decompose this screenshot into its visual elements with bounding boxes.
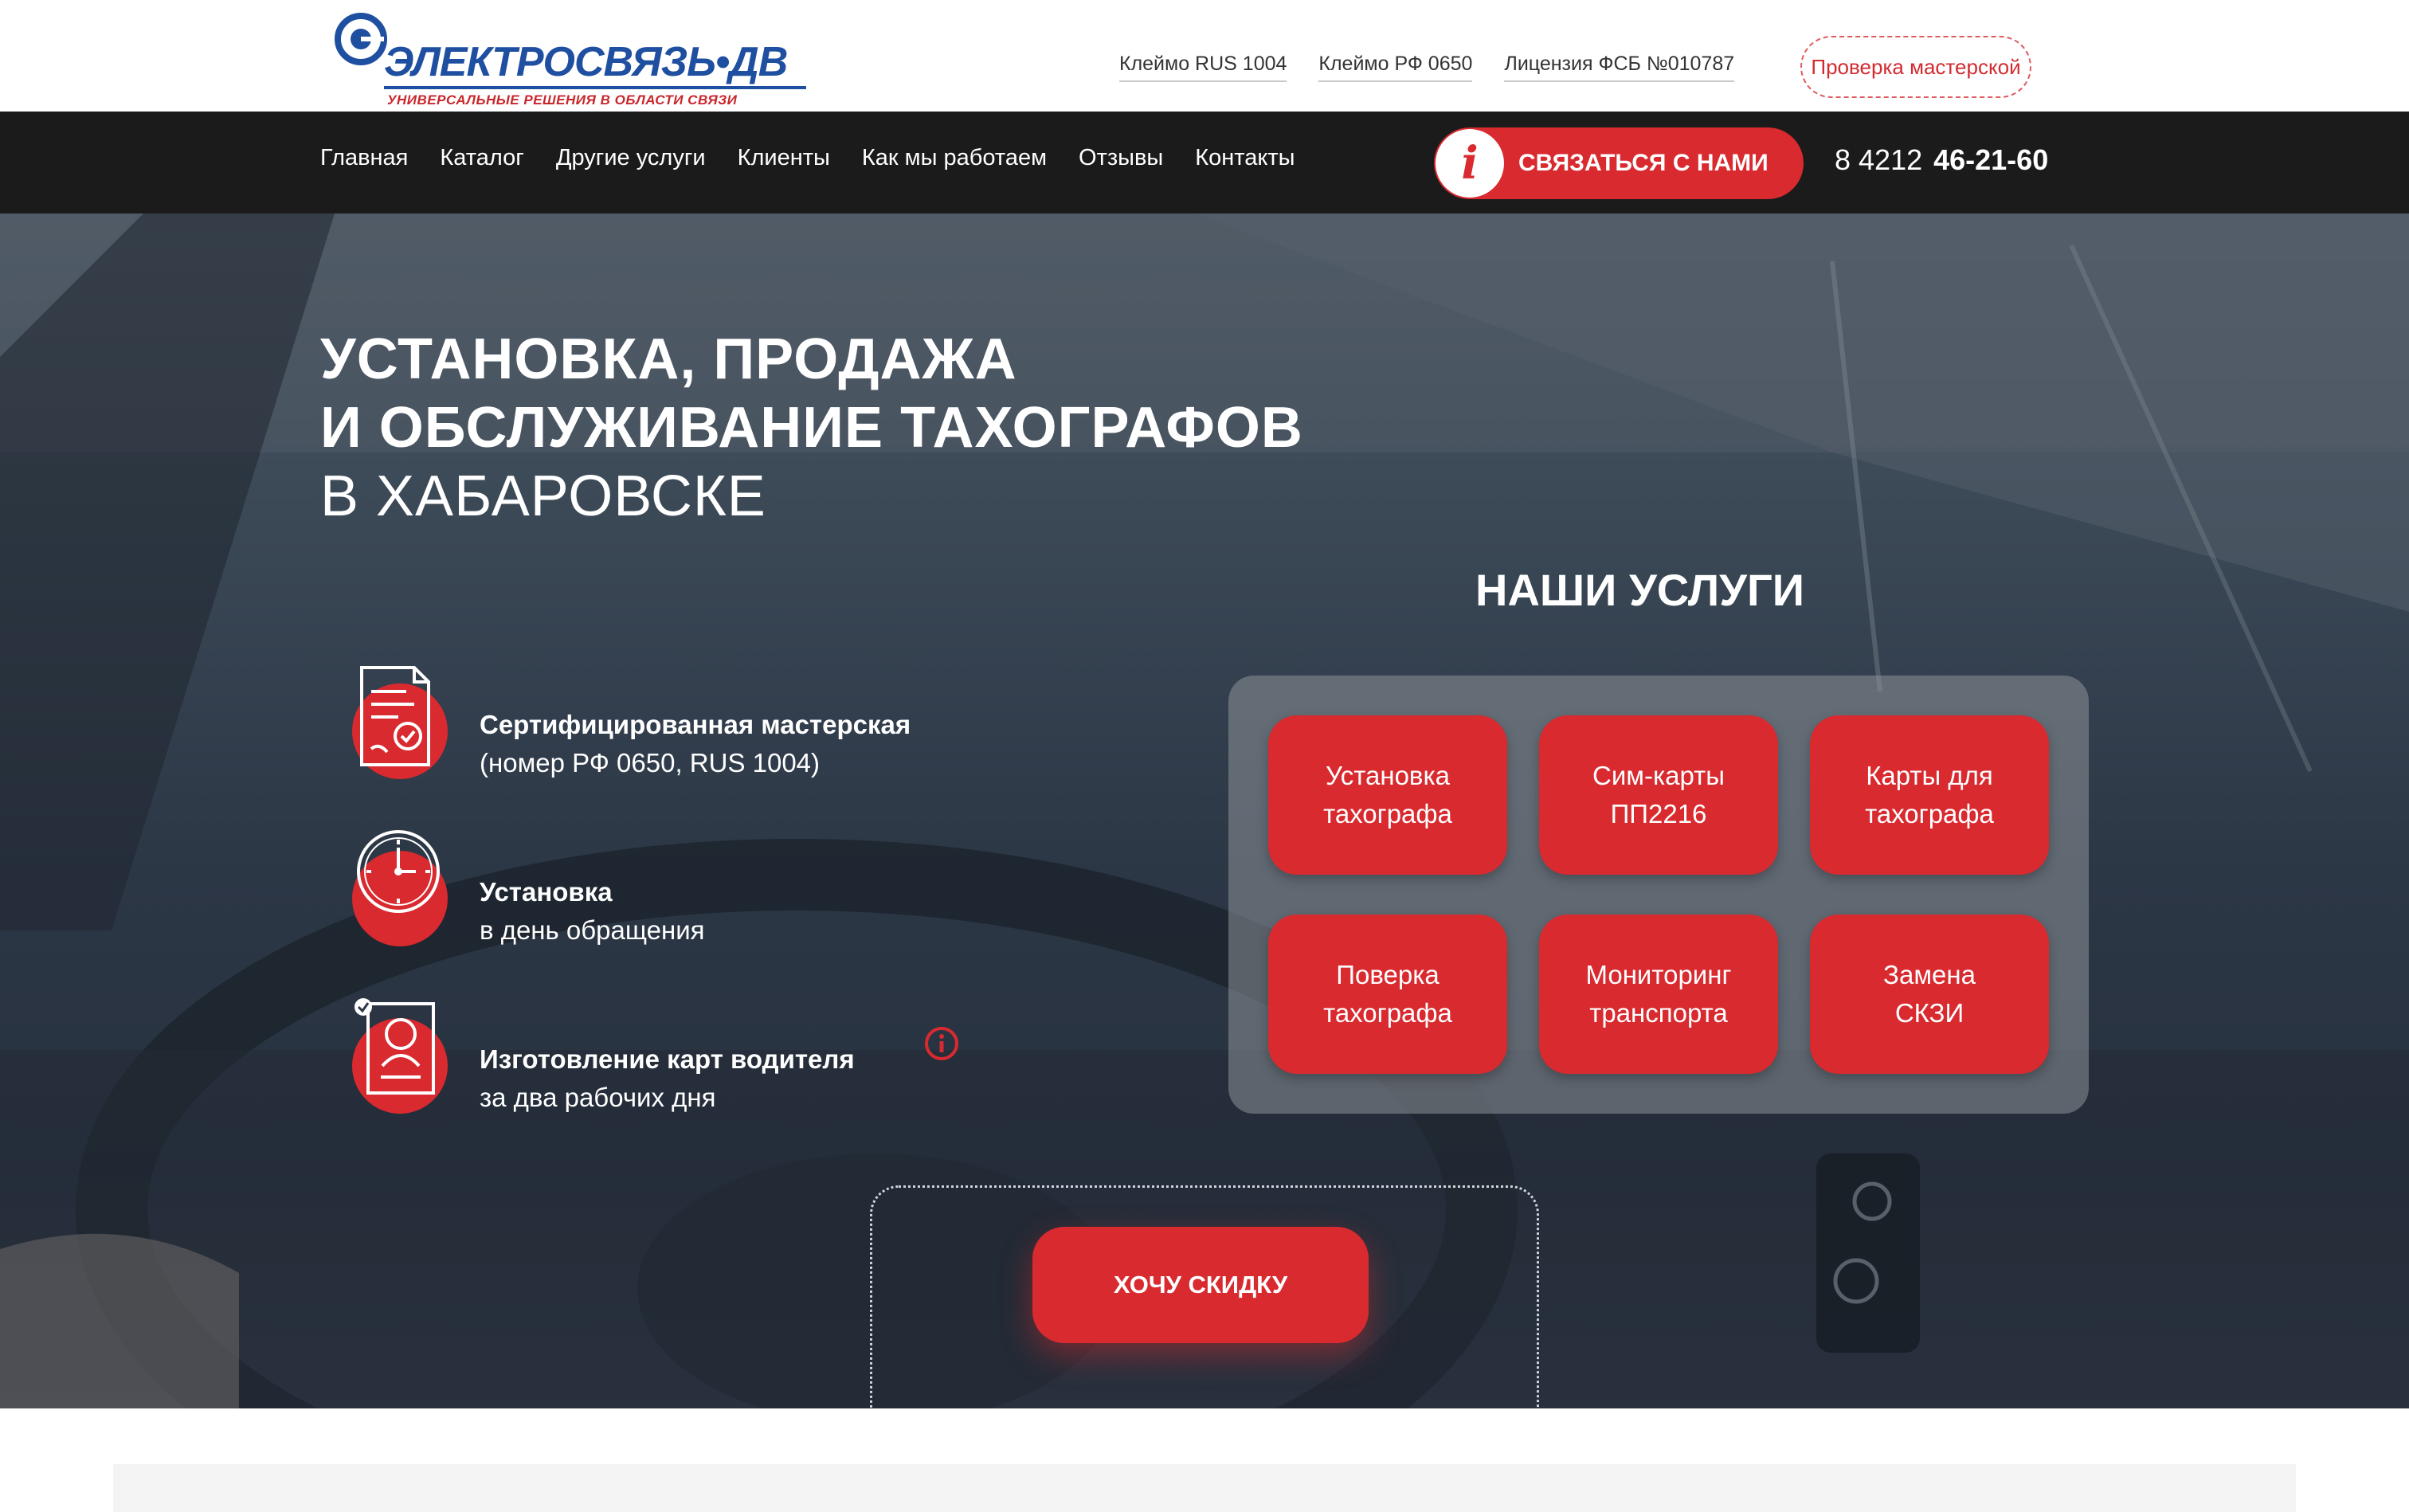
service-tachograph-cards[interactable]: Карты для тахографа bbox=[1810, 715, 2049, 875]
check-workshop-button[interactable]: Проверка мастерской bbox=[1800, 36, 2031, 98]
feature-driver-cards-title: Изготовление карт водителя bbox=[480, 1044, 855, 1074]
phone-code: 8 4212 bbox=[1835, 143, 1923, 176]
certificate-icon bbox=[352, 666, 448, 779]
service-tachograph-calibration[interactable]: Поверка тахографа bbox=[1268, 915, 1507, 1074]
feature-installation-subtitle: в день обращения bbox=[480, 915, 705, 945]
feature-certified-subtitle: (номер РФ 0650, RUS 1004) bbox=[480, 748, 821, 778]
nav-item-catalog[interactable]: Каталог bbox=[440, 145, 523, 171]
hero-title-line3: В ХАБАРОВСКЕ bbox=[320, 464, 766, 528]
main-nav: Главная Каталог Другие услуги Клиенты Ка… bbox=[0, 112, 2409, 213]
logo-emblem-icon bbox=[335, 13, 387, 65]
service-label: Поверка тахографа bbox=[1323, 960, 1452, 1028]
discount-button[interactable]: ХОЧУ СКИДКУ bbox=[1032, 1227, 1369, 1343]
services-title: НАШИ УСЛУГИ bbox=[1475, 565, 1804, 615]
nav-item-other-services[interactable]: Другие услуги bbox=[556, 145, 706, 171]
info-icon: i bbox=[1436, 129, 1504, 198]
link-fsb-license[interactable]: Лицензия ФСБ №010787 bbox=[1504, 53, 1735, 82]
nav-item-contacts[interactable]: Контакты bbox=[1195, 145, 1295, 171]
service-label: Карты для тахографа bbox=[1865, 761, 1994, 828]
logo[interactable]: ЭЛЕКТРОСВЯЗЬ•ДВ УНИВЕРСАЛЬНЫЕ РЕШЕНИЯ В … bbox=[335, 10, 806, 108]
service-skzi-replacement[interactable]: Замена СКЗИ bbox=[1810, 915, 2049, 1074]
service-tachograph-install[interactable]: Установка тахографа bbox=[1268, 715, 1507, 875]
nav-item-how-we-work[interactable]: Как мы работаем bbox=[862, 145, 1047, 171]
logo-title: ЭЛЕКТРОСВЯЗЬ•ДВ bbox=[384, 39, 788, 85]
service-sim-cards[interactable]: Сим-карты ПП2216 bbox=[1539, 715, 1778, 875]
feature-installation-title: Установка bbox=[480, 877, 613, 907]
nav-item-home[interactable]: Главная bbox=[320, 145, 408, 171]
service-label: Сим-карты ПП2216 bbox=[1592, 761, 1725, 828]
feature-driver-cards: Изготовление карт водителя за два рабочи… bbox=[351, 994, 988, 1122]
contact-us-button[interactable]: i СВЯЗАТЬСЯ С НАМИ bbox=[1434, 127, 1804, 199]
hero-title-line1: УСТАНОВКА, ПРОДАЖА bbox=[320, 327, 1017, 391]
info-icon[interactable] bbox=[924, 1026, 959, 1061]
nav-item-clients[interactable]: Клиенты bbox=[738, 145, 830, 171]
phone-main: 46-21-60 bbox=[1933, 143, 2049, 176]
service-label: Мониторинг транспорта bbox=[1585, 960, 1732, 1028]
top-bar: ЭЛЕКТРОСВЯЗЬ•ДВ УНИВЕРСАЛЬНЫЕ РЕШЕНИЯ В … bbox=[0, 0, 2409, 112]
nav-item-reviews[interactable]: Отзывы bbox=[1079, 145, 1163, 171]
contact-us-label: СВЯЗАТЬСЯ С НАМИ bbox=[1518, 150, 1769, 176]
feature-installation: Установка в день обращения bbox=[351, 827, 988, 954]
feature-installation-text: Установка в день обращения bbox=[480, 873, 705, 950]
hero-title: УСТАНОВКА, ПРОДАЖА И ОБСЛУЖИВАНИЕ ТАХОГР… bbox=[320, 325, 1303, 531]
feature-certified-title: Сертифицированная мастерская bbox=[480, 710, 911, 739]
feature-certified-text: Сертифицированная мастерская (номер РФ 0… bbox=[480, 706, 911, 782]
logo-subtitle: УНИВЕРСАЛЬНЫЕ РЕШЕНИЯ В ОБЛАСТИ СВЯЗИ bbox=[387, 92, 738, 108]
driver-card-icon bbox=[352, 998, 448, 1114]
header-links: Клеймо RUS 1004 Клеймо РФ 0650 Лицензия … bbox=[1119, 53, 1735, 82]
feature-driver-cards-text: Изготовление карт водителя за два рабочи… bbox=[480, 1040, 855, 1117]
next-section-strip bbox=[113, 1464, 2296, 1512]
hero-section: УСТАНОВКА, ПРОДАЖА И ОБСЛУЖИВАНИЕ ТАХОГР… bbox=[0, 213, 2409, 1408]
services-panel: Установка тахографа Сим-карты ПП2216 Карты… bbox=[1228, 676, 2089, 1114]
feature-certified: Сертифицированная мастерская (номер РФ 0… bbox=[351, 660, 988, 787]
feature-driver-cards-subtitle: за два рабочих дня bbox=[480, 1083, 716, 1112]
hero-title-line2: И ОБСЛУЖИВАНИЕ ТАХОГРАФОВ bbox=[320, 396, 1303, 460]
link-stamp-rf[interactable]: Клеймо РФ 0650 bbox=[1318, 53, 1473, 82]
nav-menu: Главная Каталог Другие услуги Клиенты Ка… bbox=[320, 145, 1295, 171]
clock-icon bbox=[352, 830, 448, 946]
link-stamp-rus[interactable]: Клеймо RUS 1004 bbox=[1119, 53, 1287, 82]
service-label: Замена СКЗИ bbox=[1883, 960, 1976, 1028]
service-transport-monitoring[interactable]: Мониторинг транспорта bbox=[1539, 915, 1778, 1074]
phone-number[interactable]: 8 4212 46-21-60 bbox=[1835, 143, 2048, 177]
service-label: Установка тахографа bbox=[1323, 761, 1452, 828]
logo-underline bbox=[384, 86, 806, 89]
